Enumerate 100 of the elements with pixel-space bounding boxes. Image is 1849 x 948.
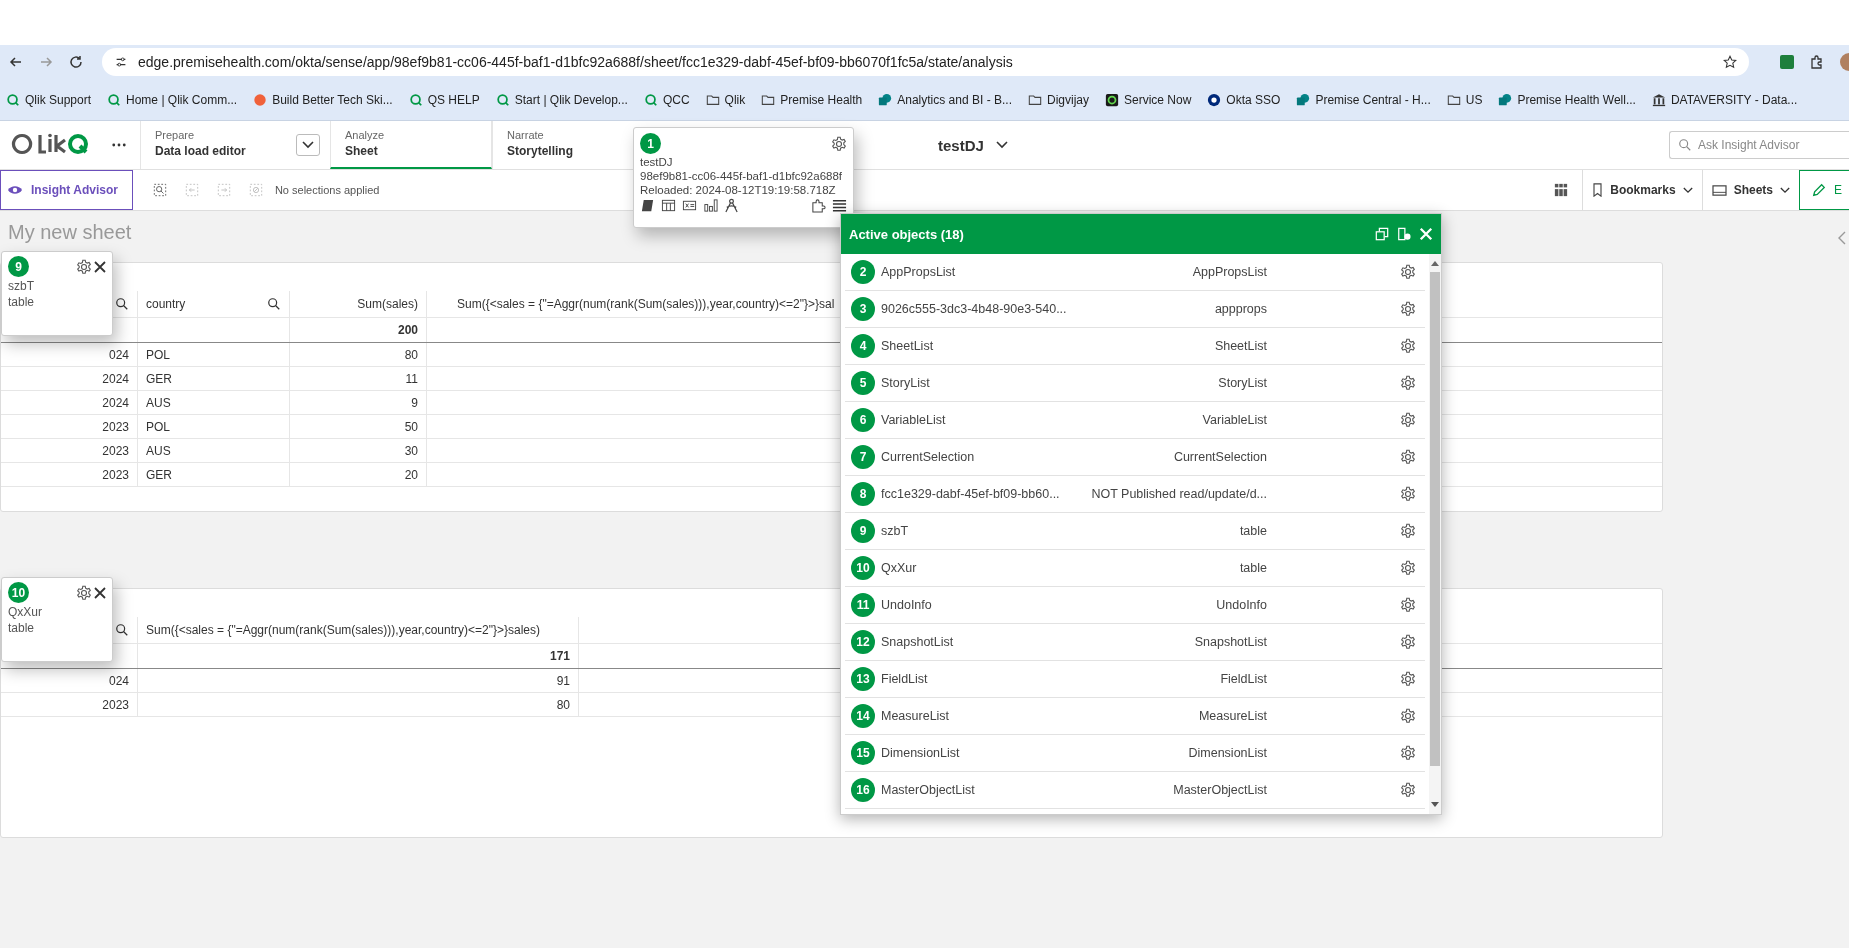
object-row[interactable]: 2 AppPropsList AppPropsList (845, 254, 1425, 291)
object-row[interactable]: 12 SnapshotList SnapshotList (845, 624, 1425, 661)
settings-icon[interactable] (1400, 782, 1416, 798)
settings-icon[interactable] (1400, 375, 1416, 391)
bookmark[interactable]: Qlik Support (6, 92, 92, 107)
bookmark[interactable]: Digvijay (1027, 92, 1089, 107)
object-row[interactable]: 9 szbT table (845, 513, 1425, 550)
object-name: szbT (8, 279, 35, 293)
bookmark[interactable]: Premise Health Well... (1498, 92, 1636, 107)
settings-icon[interactable] (1400, 264, 1416, 280)
bookmark[interactable]: Start | Qlik Develop... (495, 92, 628, 107)
column-header[interactable]: Sum(sales) (298, 297, 418, 311)
compass-icon[interactable] (724, 198, 739, 213)
settings-icon[interactable] (1400, 301, 1416, 317)
app-title[interactable]: testDJ (938, 136, 984, 154)
object-row[interactable]: 11 UndoInfo UndoInfo (845, 587, 1425, 624)
bookmark[interactable]: DATAVERSITY - Data... (1651, 92, 1798, 107)
restore-icon[interactable] (1375, 227, 1389, 241)
object-row[interactable]: 13 FieldList FieldList (845, 661, 1425, 698)
settings-icon[interactable] (1400, 412, 1416, 428)
settings-icon[interactable] (1400, 523, 1416, 539)
settings-icon[interactable] (76, 258, 92, 275)
bookmark[interactable]: Okta SSO (1207, 92, 1281, 107)
app-id: 98ef9b81-cc06-445f-baf1-d1bfc92a688f (640, 170, 844, 182)
column-header[interactable]: Sum({<sales = {"=Aggr(num(rank(Sum(sales))),year,country)<=2"}>}sales) (146, 623, 570, 637)
settings-icon[interactable] (1400, 560, 1416, 576)
selection-tool-icon[interactable] (152, 183, 167, 197)
nav-tab[interactable]: Prepare Data load editor (140, 121, 290, 169)
search-icon[interactable] (115, 623, 129, 637)
bookmark[interactable]: Premise Central - H... (1296, 92, 1431, 107)
search-icon[interactable] (115, 297, 129, 311)
puzzle-icon[interactable] (811, 198, 826, 213)
settings-icon[interactable] (76, 584, 92, 601)
script-icon[interactable] (640, 198, 655, 213)
table-cell: 20 (404, 467, 418, 482)
object-row[interactable]: 8 fcc1e329-dabf-45ef-bf09-bb60... NOT Published read/update/d... (845, 476, 1425, 513)
folder-icon (761, 92, 776, 107)
caret-icon[interactable] (995, 141, 1008, 149)
settings-icon[interactable] (1400, 634, 1416, 650)
settings-icon[interactable] (1400, 449, 1416, 465)
collapse-icon[interactable] (1838, 231, 1846, 245)
object-row[interactable]: 16 MasterObjectList MasterObjectList (845, 772, 1425, 809)
grid-icon[interactable] (1554, 183, 1569, 197)
object-row[interactable]: 5 StoryList StoryList (845, 365, 1425, 402)
object-row[interactable]: 4 SheetList SheetList (845, 328, 1425, 365)
avatar-icon[interactable] (1839, 52, 1849, 72)
pencil-icon (1812, 183, 1826, 197)
bookmark[interactable]: Home | Qlik Comm... (107, 92, 238, 107)
address-bar[interactable]: edge.premisehealth.com/okta/sense/app/98ef9b81-cc06-445f-baf1-d1bfc92a688f/sheet/fcc1e329-dabf-45ef-bf09-bb6070f1fc5a/state/analysis (102, 48, 1749, 76)
settings-icon[interactable] (1400, 486, 1416, 502)
bookmark[interactable]: Analytics and BI - B... (878, 92, 1012, 107)
insight-advisor-button[interactable]: Insight Advisor (0, 170, 133, 210)
reload-icon[interactable] (68, 54, 84, 70)
table-cell: 2023 (102, 443, 129, 458)
variable-icon[interactable] (682, 198, 697, 213)
close-icon[interactable] (94, 260, 106, 273)
object-row[interactable]: 7 CurrentSelection CurrentSelection (845, 439, 1425, 476)
eye-icon (7, 184, 23, 196)
object-row[interactable]: 15 DimensionList DimensionList (845, 735, 1425, 772)
document-info-icon[interactable] (1397, 227, 1411, 241)
extension-icon[interactable] (1779, 54, 1795, 70)
object-row[interactable]: 3 9026c555-3dc3-4b48-90e3-540... appprops (845, 291, 1425, 328)
object-row[interactable]: 14 MeasureList MeasureList (845, 698, 1425, 735)
scrollbar[interactable] (1429, 254, 1441, 814)
bookmark[interactable]: QCC (643, 92, 690, 107)
bookmark[interactable]: US (1446, 92, 1483, 107)
scroll-up-icon[interactable] (1431, 260, 1439, 266)
caret-icon (302, 141, 314, 149)
bookmark[interactable]: QS HELP (408, 92, 480, 107)
bookmark[interactable]: Build Better Tech Ski... (253, 92, 393, 107)
object-row[interactable]: 10 QxXur table (845, 550, 1425, 587)
bar-chart-icon[interactable] (703, 198, 718, 213)
table-cell: 91 (556, 673, 570, 688)
puzzle-icon[interactable] (1809, 54, 1825, 70)
search-icon[interactable] (267, 297, 281, 311)
table-cell: 11 (405, 371, 418, 386)
bookmark[interactable]: Service Now (1105, 92, 1192, 107)
search-field[interactable]: Ask Insight Advisor (1669, 131, 1849, 159)
settings-icon[interactable] (1400, 708, 1416, 724)
site-icon (1296, 92, 1311, 107)
settings-icon[interactable] (1400, 671, 1416, 687)
object-type: table (8, 621, 36, 635)
more-icon[interactable] (112, 143, 126, 147)
menu-icon[interactable] (832, 198, 847, 213)
column-header[interactable]: Sum({<sales = {"=Aggr(num(rank(Sum(sales))),year,country)<=2"}>}sal (457, 297, 835, 311)
dropdown-button[interactable] (296, 134, 320, 156)
settings-icon[interactable] (1400, 338, 1416, 354)
table-icon[interactable] (661, 198, 676, 213)
building-icon (1651, 92, 1666, 107)
bookmark[interactable]: Premise Health (761, 92, 863, 107)
settings-icon[interactable] (1400, 597, 1416, 613)
settings-icon[interactable] (831, 135, 847, 152)
close-icon[interactable] (94, 586, 106, 599)
object-row[interactable]: 6 VariableList VariableList (845, 402, 1425, 439)
scroll-down-icon[interactable] (1431, 802, 1439, 808)
settings-icon[interactable] (1400, 745, 1416, 761)
column-header[interactable]: country (146, 297, 257, 311)
bookmark[interactable]: Qlik (705, 92, 746, 107)
edit-button[interactable]: E (1799, 170, 1849, 210)
star-icon[interactable] (1723, 55, 1737, 69)
